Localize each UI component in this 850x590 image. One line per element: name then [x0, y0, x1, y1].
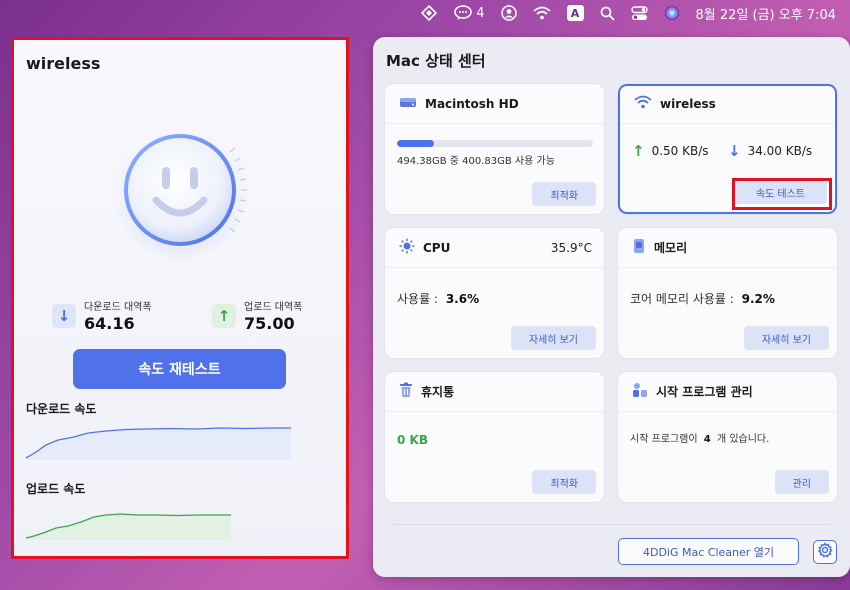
trash-card: 휴지통 0 KB 최적화 — [385, 372, 604, 502]
settings-button[interactable] — [813, 540, 837, 564]
startup-apps-icon — [632, 382, 648, 401]
download-bandwidth-label: 다운로드 대역폭 — [84, 302, 152, 313]
download-arrow-icon: ↓ — [52, 303, 76, 328]
download-speed-chart — [26, 427, 291, 460]
cpu-temperature: 35.9°C — [550, 240, 592, 255]
memory-usage-value: 9.2% — [741, 292, 775, 306]
cpu-card-title: CPU — [423, 240, 451, 255]
chat-icon[interactable]: 4 — [453, 4, 485, 22]
input-source-indicator[interactable]: A — [566, 5, 584, 21]
window-title: Mac 상태 센터 — [386, 52, 486, 70]
upload-speed-label: 업로드 속도 — [26, 482, 86, 496]
wireless-detail-panel: wireless ↓ 다운로드 대역폭 64.16 ↑ 업로드 대역폭 75.0… — [11, 37, 349, 559]
trash-optimize-button[interactable]: 최적화 — [532, 470, 596, 494]
control-center-icon[interactable] — [630, 4, 648, 22]
network-card-title: wireless — [660, 96, 716, 111]
disk-card: Macintosh HD 494.38GB 중 400.83GB 사용 가능 최… — [385, 84, 604, 214]
upload-speed-value: 0.50 KB/s — [651, 144, 709, 158]
footer-divider — [393, 524, 830, 525]
wifi-icon — [634, 95, 652, 112]
upload-speed-chart — [26, 513, 231, 540]
trash-size: 0 KB — [397, 433, 428, 447]
download-speed: ↓ 34.00 KB/s — [728, 142, 812, 160]
startup-card-header: 시작 프로그램 관리 — [618, 372, 837, 412]
upload-bandwidth-label: 업로드 대역폭 — [244, 302, 303, 313]
smiley-face-icon — [110, 120, 250, 260]
memory-card-title: 메모리 — [654, 241, 688, 255]
hard-drive-icon — [399, 95, 417, 112]
cpu-usage: 사용률 : 3.6% — [397, 290, 479, 307]
download-speed-value: 34.00 KB/s — [747, 144, 813, 158]
download-bandwidth-value: 64.16 — [84, 314, 135, 333]
open-cleaner-button[interactable]: 4DDiG Mac Cleaner 열기 — [618, 538, 799, 565]
cpu-details-button[interactable]: 자세히 보기 — [510, 326, 596, 350]
startup-card-title: 시작 프로그램 관리 — [656, 385, 753, 399]
disk-usage-text: 494.38GB 중 400.83GB 사용 가능 — [397, 156, 555, 167]
startup-text-after: 개 있습니다. — [716, 434, 770, 445]
cpu-usage-label: 사용률 : — [397, 292, 438, 306]
cpu-icon — [399, 238, 415, 257]
cpu-card: CPU 35.9°C 사용률 : 3.6% 자세히 보기 — [385, 228, 604, 358]
trash-card-header: 휴지통 — [385, 372, 604, 412]
memory-details-button[interactable]: 자세히 보기 — [743, 326, 829, 350]
user-icon[interactable] — [500, 4, 517, 22]
network-card-header: wireless — [620, 84, 835, 124]
speed-retest-button[interactable]: 속도 재테스트 — [73, 349, 286, 389]
disk-optimize-button[interactable]: 최적화 — [532, 182, 596, 206]
startup-count: 4 — [703, 434, 711, 445]
upload-speed: ↑ 0.50 KB/s — [632, 142, 709, 160]
download-arrow-icon: ↓ — [728, 142, 741, 160]
trash-card-title: 휴지통 — [421, 385, 455, 399]
diamond-icon[interactable] — [421, 4, 438, 22]
memory-card: 메모리 코어 메모리 사용률 : 9.2% 자세히 보기 — [618, 228, 837, 358]
disk-card-title: Macintosh HD — [425, 96, 519, 111]
panel-title: wireless — [26, 54, 101, 73]
cpu-card-header: CPU 35.9°C — [385, 228, 604, 268]
download-bandwidth: ↓ 다운로드 대역폭 64.16 — [52, 298, 152, 333]
trash-icon — [399, 382, 413, 401]
startup-manage-button[interactable]: 관리 — [774, 470, 829, 494]
search-icon[interactable] — [600, 4, 615, 22]
disk-usage-bar — [397, 140, 593, 147]
siri-icon[interactable] — [664, 4, 680, 22]
gear-icon — [817, 542, 833, 562]
speed-test-highlight — [732, 178, 832, 210]
disk-usage-fill — [397, 140, 435, 147]
upload-arrow-icon: ↑ — [212, 303, 236, 328]
download-speed-label: 다운로드 속도 — [26, 402, 97, 416]
memory-usage-label: 코어 메모리 사용률 : — [630, 292, 734, 306]
mac-status-center-window: Mac 상태 센터 Macintosh HD 494.38GB 중 400.83… — [373, 37, 850, 577]
cpu-usage-value: 3.6% — [445, 292, 480, 306]
startup-card: 시작 프로그램 관리 시작 프로그램이 4 개 있습니다. 관리 — [618, 372, 837, 502]
upload-arrow-icon: ↑ — [632, 142, 645, 160]
upload-bandwidth-value: 75.00 — [244, 314, 295, 333]
startup-count-text: 시작 프로그램이 4 개 있습니다. — [630, 430, 769, 445]
notification-count: 4 — [476, 5, 485, 21]
startup-text-before: 시작 프로그램이 — [630, 434, 698, 445]
memory-icon — [632, 238, 646, 257]
memory-usage: 코어 메모리 사용률 : 9.2% — [630, 290, 775, 307]
memory-card-header: 메모리 — [618, 228, 837, 268]
disk-card-header: Macintosh HD — [385, 84, 604, 124]
menu-clock[interactable]: 8월 22일 (금) 오후 7:04 — [696, 4, 836, 23]
wifi-icon[interactable] — [532, 4, 551, 22]
upload-bandwidth: ↑ 업로드 대역폭 75.00 — [212, 298, 302, 333]
menu-bar: 4 A 8월 22일 (금) 오후 7:04 — [0, 0, 850, 26]
